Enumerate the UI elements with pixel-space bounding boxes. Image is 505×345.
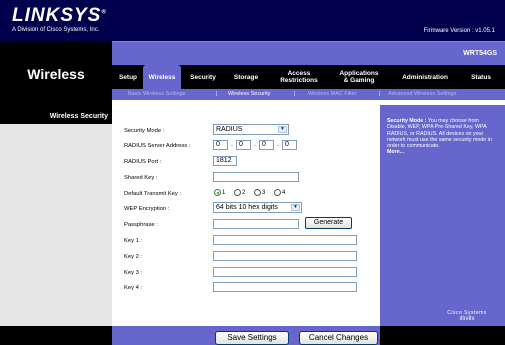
key1-label: Key 1 : [124, 238, 143, 244]
key3-label: Key 3 : [124, 270, 143, 276]
radio-label: 1 [222, 189, 226, 196]
security-mode-label: Security Mode : [124, 128, 165, 134]
section-strip-left [0, 105, 112, 113]
radio-icon [234, 189, 241, 196]
radius-address-octet-4[interactable]: 0 [282, 140, 297, 150]
radius-address-label: RADIUS Server Address : [124, 143, 191, 149]
page-title: Wireless [27, 66, 85, 82]
default-key-radio-3[interactable]: 3 [254, 189, 265, 196]
left-column-divider [0, 123, 112, 124]
radius-address-octet-1[interactable]: 0 [213, 140, 228, 150]
radius-port-input[interactable]: 1812 [213, 156, 237, 166]
sub-tabs: Basic Wireless Settings | Wireless Secur… [112, 89, 505, 100]
radius-address-octet-3[interactable]: 0 [259, 140, 274, 150]
radio-label: 2 [242, 189, 246, 196]
left-column [0, 123, 112, 326]
cancel-changes-button[interactable]: Cancel Changes [299, 331, 378, 345]
help-title: Security Mode : [387, 118, 427, 124]
security-mode-select[interactable]: RADIUS ▼ [213, 124, 289, 135]
tab-setup[interactable]: Setup [116, 65, 140, 89]
octet-separator: . [277, 141, 279, 148]
default-key-radio-2[interactable]: 2 [234, 189, 245, 196]
router-admin-page: LINKSYS® A Division of Cisco Systems, In… [0, 0, 505, 345]
cisco-logo: Cisco Systems ıllıııllıı [437, 310, 497, 326]
main-tabs: Setup Wireless Security Storage Access R… [112, 65, 505, 89]
tab-access-restrictions-line1: Access [287, 70, 311, 77]
default-key-radio-1[interactable]: 1 [214, 189, 225, 196]
radius-address-octet-2[interactable]: 0 [236, 140, 251, 150]
wep-encryption-label: WEP Encryption : [124, 206, 170, 212]
tab-security[interactable]: Security [189, 65, 217, 89]
tab-applications-gaming[interactable]: Applications & Gaming [334, 65, 384, 89]
tab-applications-gaming-line1: Applications [339, 70, 379, 77]
key1-input[interactable] [213, 235, 357, 245]
tab-wireless[interactable]: Wireless [143, 65, 181, 89]
subtab-wireless-security[interactable]: Wireless Security [228, 91, 270, 97]
save-settings-button[interactable]: Save Settings [215, 331, 289, 345]
header-banner: LINKSYS® A Division of Cisco Systems, In… [0, 0, 505, 41]
subtab-separator: | [294, 91, 296, 97]
wep-encryption-value: 64 bits 10 hex digits [216, 204, 278, 211]
generate-button[interactable]: Generate [305, 217, 352, 229]
help-more-link[interactable]: More... [387, 149, 499, 155]
linksys-logo: LINKSYS® [12, 5, 107, 26]
model-name: WRT54GS [463, 50, 497, 57]
octet-separator: . [254, 141, 256, 148]
wep-encryption-select[interactable]: 64 bits 10 hex digits ▼ [213, 202, 302, 213]
chevron-down-icon: ▼ [291, 204, 300, 211]
subtab-basic-wireless-settings[interactable]: Basic Wireless Settings [128, 91, 185, 97]
passphrase-input[interactable] [213, 219, 299, 229]
key4-label: Key 4 : [124, 285, 143, 291]
tab-administration[interactable]: Administration [397, 65, 453, 89]
tab-status[interactable]: Status [464, 65, 498, 89]
shared-key-label: Shared Key : [124, 175, 158, 181]
subtab-separator: | [379, 91, 381, 97]
section-label: Wireless Security [0, 113, 112, 123]
octet-separator: . [231, 141, 233, 148]
tab-applications-gaming-line2: & Gaming [343, 77, 375, 84]
tab-storage[interactable]: Storage [230, 65, 262, 89]
section-strip-right [380, 105, 505, 113]
default-key-radio-4[interactable]: 4 [274, 189, 285, 196]
radio-label: 4 [282, 189, 286, 196]
footer-left [0, 326, 112, 345]
radio-selected-icon [214, 189, 221, 196]
key2-input[interactable] [213, 251, 357, 261]
tab-access-restrictions-line2: Restrictions [280, 77, 318, 84]
firmware-version: Firmware Version : v1.05.1 [423, 28, 495, 34]
logo-subtitle: A Division of Cisco Systems, Inc. [12, 27, 100, 33]
subtab-advanced-wireless-settings[interactable]: Advanced Wireless Settings [388, 91, 456, 97]
key3-input[interactable] [213, 267, 357, 277]
radio-icon [274, 189, 281, 196]
radius-port-label: RADIUS Port : [124, 159, 162, 165]
radio-label: 3 [262, 189, 266, 196]
wireless-security-form: Security Mode : RADIUS ▼ RADIUS Server A… [112, 113, 380, 326]
product-bar: WRT54GS [112, 41, 505, 65]
passphrase-label: Passphrase : [124, 222, 158, 228]
chevron-down-icon: ▼ [278, 126, 287, 133]
default-key-label: Default Transmit Key : [124, 191, 182, 197]
subtab-separator: | [216, 91, 218, 97]
key4-input[interactable] [213, 282, 357, 292]
shared-key-input[interactable] [213, 172, 299, 182]
radio-icon [254, 189, 261, 196]
cisco-bars-icon: ıllıııllıı [459, 316, 475, 322]
tab-access-restrictions[interactable]: Access Restrictions [274, 65, 324, 89]
subtab-wireless-mac-filter[interactable]: Wireless MAC Filter [308, 91, 357, 97]
key2-label: Key 2 : [124, 254, 143, 260]
security-mode-value: RADIUS [216, 126, 243, 133]
footer-right [380, 326, 505, 345]
help-panel: Security Mode : You may choose from Disa… [380, 113, 505, 326]
